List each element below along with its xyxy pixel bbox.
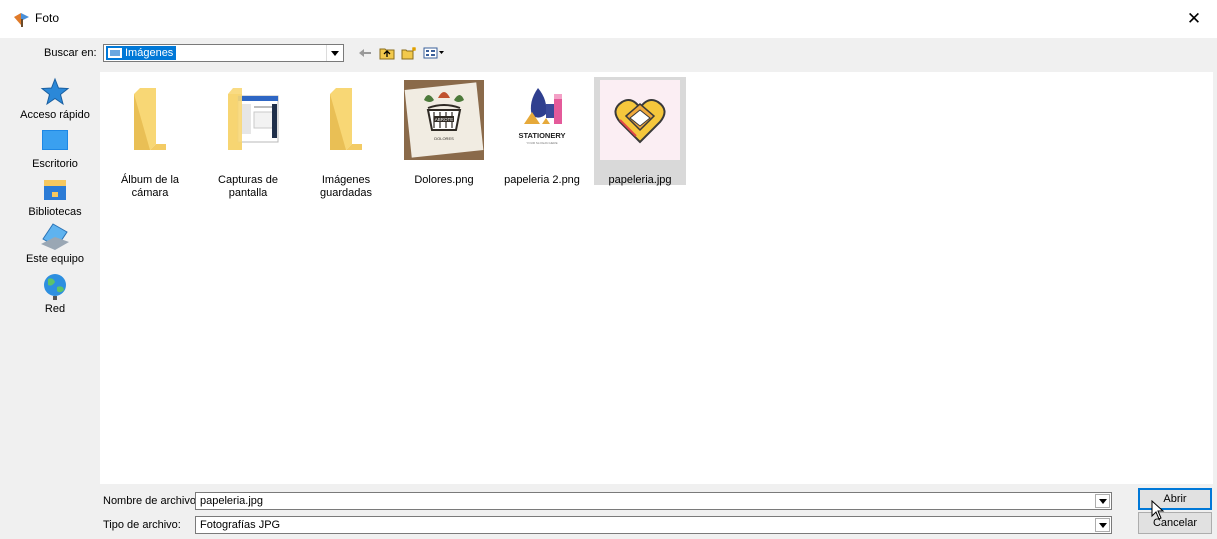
star-icon (40, 77, 70, 106)
up-folder-button[interactable] (378, 44, 396, 62)
folder-icon (228, 88, 279, 150)
lookin-dropdown[interactable]: Imágenes (103, 44, 344, 62)
network-icon (44, 274, 66, 300)
logo-thumbnail (600, 80, 680, 160)
file-label: Capturas de pantalla (218, 174, 278, 199)
filename-input[interactable]: papeleria.jpg (195, 492, 1112, 510)
svg-text:DOLORES: DOLORES (434, 136, 454, 141)
logo-thumbnail: ABROTE DOLORES (404, 80, 484, 160)
folder-item-screenshots[interactable]: Capturas de pantalla (202, 77, 294, 199)
desktop-icon (42, 130, 68, 150)
folder-icon (134, 88, 166, 150)
folder-icon (330, 88, 362, 150)
lookin-label: Buscar en: (44, 47, 97, 59)
open-button[interactable]: Abrir (1138, 488, 1212, 510)
chevron-down-icon[interactable] (1095, 494, 1110, 508)
view-menu-icon (423, 47, 444, 59)
folder-item-saved-pictures[interactable]: Imágenes guardadas (300, 77, 392, 199)
place-this-pc[interactable]: Este equipo (10, 220, 100, 265)
pictures-folder-icon (108, 48, 122, 58)
libraries-icon (44, 180, 66, 200)
lookin-selected: Imágenes (106, 46, 177, 60)
image-item-papeleria[interactable]: papeleria.jpg (594, 77, 686, 186)
file-label: papeleria.jpg (608, 174, 672, 186)
place-desktop[interactable]: Escritorio (10, 125, 100, 170)
svg-text:YOUR SLOGAN HERE: YOUR SLOGAN HERE (526, 141, 557, 145)
mouse-cursor-icon (1151, 500, 1165, 520)
up-folder-icon (379, 48, 395, 60)
view-menu-button[interactable] (421, 44, 447, 62)
new-folder-button[interactable] (400, 44, 418, 62)
filename-label: Nombre de archivo: (103, 495, 199, 507)
logo-thumbnail: STATIONERY YOUR SLOGAN HERE (502, 80, 582, 160)
filetype-select[interactable]: Fotografías JPG (195, 516, 1112, 534)
file-list-pane[interactable]: Álbum de la cámara Capturas de pantalla I (100, 72, 1213, 484)
back-arrow-icon (359, 49, 371, 57)
filetype-label: Tipo de archivo: (103, 519, 181, 531)
back-button[interactable] (356, 44, 374, 62)
window-title: Foto (35, 11, 60, 25)
folder-item-camera-roll[interactable]: Álbum de la cámara (104, 77, 196, 199)
file-label: Álbum de la cámara (120, 174, 180, 199)
title-bar: Foto ✕ (0, 0, 1217, 38)
image-item-dolores[interactable]: ABROTE DOLORES Dolores.png (398, 77, 490, 186)
place-libraries[interactable]: Bibliotecas (10, 173, 100, 218)
svg-text:ABROTE: ABROTE (435, 117, 454, 122)
computer-icon (41, 223, 69, 250)
file-open-dialog: Foto ✕ Buscar en: Imágenes Acceso rápido (0, 0, 1217, 539)
chevron-down-icon[interactable] (1095, 518, 1110, 532)
file-label: papeleria 2.png (504, 174, 580, 186)
file-label: Imágenes guardadas (320, 174, 372, 199)
file-label: Dolores.png (414, 174, 474, 186)
chevron-down-icon[interactable] (326, 45, 343, 61)
svg-text:STATIONERY: STATIONERY (519, 131, 566, 140)
place-quick-access[interactable]: Acceso rápido (10, 76, 100, 121)
lookin-value: Imágenes (125, 47, 174, 59)
cancel-button[interactable]: Cancelar (1138, 512, 1212, 534)
new-folder-icon (401, 47, 416, 60)
app-icon (14, 13, 29, 27)
image-item-papeleria-2[interactable]: STATIONERY YOUR SLOGAN HERE papeleria 2.… (496, 77, 588, 186)
place-network[interactable]: Red (10, 270, 100, 315)
places-bar: Acceso rápido Escritorio Bibliotecas Est… (10, 72, 100, 484)
close-button[interactable]: ✕ (1171, 0, 1217, 38)
